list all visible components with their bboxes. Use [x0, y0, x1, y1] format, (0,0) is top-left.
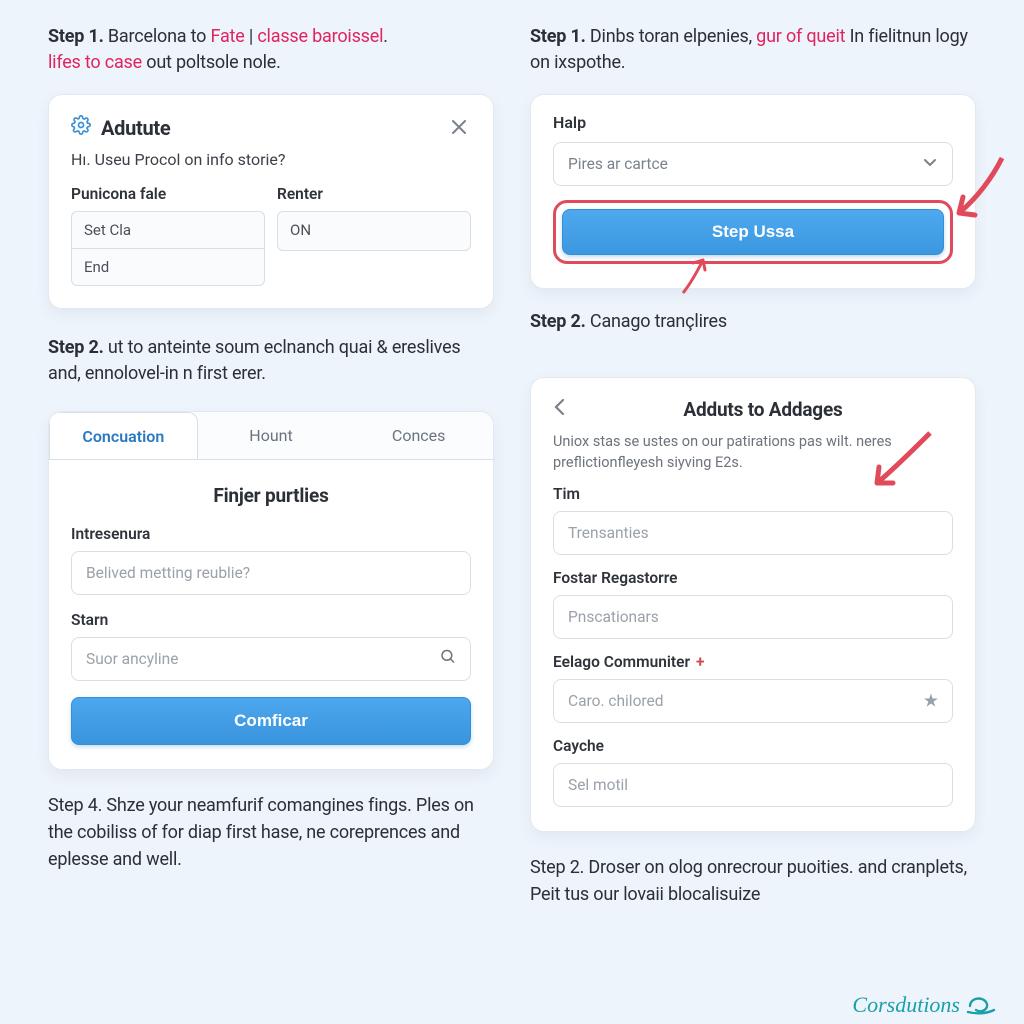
- field-label: Eelago Communiter +: [553, 653, 953, 671]
- brand-name: Corsdutions: [852, 992, 960, 1018]
- close-icon: [451, 119, 467, 135]
- chevron-left-icon: [553, 398, 567, 416]
- cayche-field: Cayche: [553, 737, 953, 807]
- chevron-down-icon: [922, 154, 938, 174]
- right-column: Step 1. Dinbs toran elpenies, gur of que…: [530, 24, 976, 908]
- adutute-card: Adutute Hı. Useu Procol on info storie? …: [48, 94, 494, 309]
- caption-red: Fate: [211, 26, 245, 47]
- starn-input-wrap: [71, 637, 471, 681]
- tim-field: Tim: [553, 485, 953, 555]
- eelago-field: Eelago Communiter + ★: [553, 653, 953, 723]
- left-step4-caption: Step 4. Shze your neamfurif comangines f…: [48, 792, 494, 873]
- tabbar: Concuation Hount Conces: [49, 412, 493, 460]
- caption-text: Dinbs toran elpenies,: [590, 26, 756, 47]
- step-label: Step 4.: [48, 795, 102, 816]
- step-label: Step 1.: [48, 26, 104, 47]
- cta-wrap: Step Ussa: [553, 200, 953, 264]
- tim-input[interactable]: [553, 511, 953, 555]
- step-ussa-button[interactable]: Step Ussa: [562, 209, 944, 255]
- adutute-field-2: Renter ON: [277, 185, 471, 286]
- cell-value[interactable]: Set Cla: [71, 211, 265, 248]
- caption-text: .: [383, 26, 388, 47]
- brand-footer: Corsdutions: [852, 988, 996, 1018]
- starn-input[interactable]: [71, 637, 471, 681]
- tab-concuation[interactable]: Concuation: [49, 412, 198, 460]
- gear-icon: [71, 115, 91, 140]
- annotation-arrow-icon: [947, 153, 1007, 233]
- brand-logo-icon: [966, 992, 996, 1016]
- caption-red: gur of queit: [756, 26, 845, 47]
- cayche-input[interactable]: [553, 763, 953, 807]
- step-label: Step 2.: [48, 337, 104, 358]
- left-step1-caption: Step 1. Barcelona to Fate | classe baroi…: [48, 24, 494, 76]
- tabbed-form-card: Concuation Hount Conces Finjer purtlies …: [48, 411, 494, 770]
- field-label: Punicona fale: [71, 185, 265, 203]
- eelago-input-wrap: ★: [553, 679, 953, 723]
- cell-value[interactable]: End: [71, 248, 265, 286]
- cell-value[interactable]: ON: [277, 211, 471, 251]
- caption-red: classe baroissel: [257, 26, 383, 47]
- right-step1-caption: Step 1. Dinbs toran elpenies, gur of que…: [530, 24, 976, 76]
- section-title: Finjer purtlies: [71, 484, 471, 507]
- caption-red: lifes to case: [48, 52, 142, 73]
- step-label: Step 1.: [530, 26, 586, 47]
- field-label: Tim: [553, 485, 953, 503]
- plus-icon: +: [696, 653, 704, 671]
- cell-stack: Set Cla End: [71, 211, 265, 286]
- caption-text: Droser on olog onrecrour puoities. and c…: [530, 857, 967, 905]
- caption-text: Barcelona to: [108, 26, 211, 47]
- adutute-field-1: Punicona fale Set Cla End: [71, 185, 265, 286]
- select-placeholder: Pires ar cartce: [568, 155, 668, 173]
- caption-red: of for diap first hase: [141, 822, 299, 843]
- field-label: Cayche: [553, 737, 953, 755]
- step-label: Step 2.: [530, 311, 586, 332]
- adduts-title: Adduts to Addages: [573, 398, 953, 421]
- left-column: Step 1. Barcelona to Fate | classe baroi…: [48, 24, 494, 908]
- tabbody: Finjer purtlies Intresenura Starn Comfic…: [49, 460, 493, 769]
- right-step2b-caption: Step 2. Droser on olog onrecrour puoitie…: [530, 854, 976, 908]
- caption-text: Canago trançlires: [590, 311, 727, 332]
- field-label: Renter: [277, 185, 471, 203]
- adutute-title: Adutute: [101, 116, 437, 140]
- right-step2a-caption: Step 2. Canago trançlires: [530, 309, 976, 335]
- field-label: Fostar Regastorre: [553, 569, 953, 587]
- tab-hount[interactable]: Hount: [198, 412, 346, 459]
- adduts-subtitle: Uniox stas se ustes on our patirations p…: [553, 431, 953, 473]
- caption-text: |: [245, 26, 258, 47]
- comficar-button[interactable]: Comficar: [71, 697, 471, 745]
- close-button[interactable]: [447, 116, 471, 140]
- field-label-text: Eelago Communiter: [553, 653, 690, 671]
- eelago-input[interactable]: [553, 679, 953, 723]
- adutute-fields: Punicona fale Set Cla End Renter ON: [71, 185, 471, 286]
- caption-text: out poltsole nole.: [142, 52, 281, 73]
- back-button[interactable]: [553, 396, 573, 423]
- help-select[interactable]: Pires ar cartce: [553, 142, 953, 186]
- field-label: Intresenura: [71, 525, 471, 543]
- cta-highlight-frame: Step Ussa: [553, 200, 953, 264]
- intresenura-input[interactable]: [71, 551, 471, 595]
- step-label: Step 2.: [530, 857, 584, 878]
- adutute-header: Adutute: [71, 115, 471, 140]
- adduts-header: Adduts to Addages: [553, 396, 953, 423]
- left-step2-caption: Step 2. ut to anteinte soum eclnanch qua…: [48, 335, 494, 387]
- fostar-field: Fostar Regastorre: [553, 569, 953, 639]
- caption-text: ut to anteinte soum eclnanch quai & eres…: [48, 337, 461, 384]
- help-label: Halp: [553, 113, 953, 132]
- adutute-subtitle: Hı. Useu Procol on info storie?: [71, 150, 471, 169]
- help-card: Halp Pires ar cartce Step Ussa: [530, 94, 976, 289]
- fostar-input[interactable]: [553, 595, 953, 639]
- tab-conces[interactable]: Conces: [345, 412, 493, 459]
- intresenura-input-wrap: [71, 551, 471, 595]
- adduts-card: Adduts to Addages Uniox stas se ustes on…: [530, 377, 976, 832]
- field-label: Starn: [71, 611, 471, 629]
